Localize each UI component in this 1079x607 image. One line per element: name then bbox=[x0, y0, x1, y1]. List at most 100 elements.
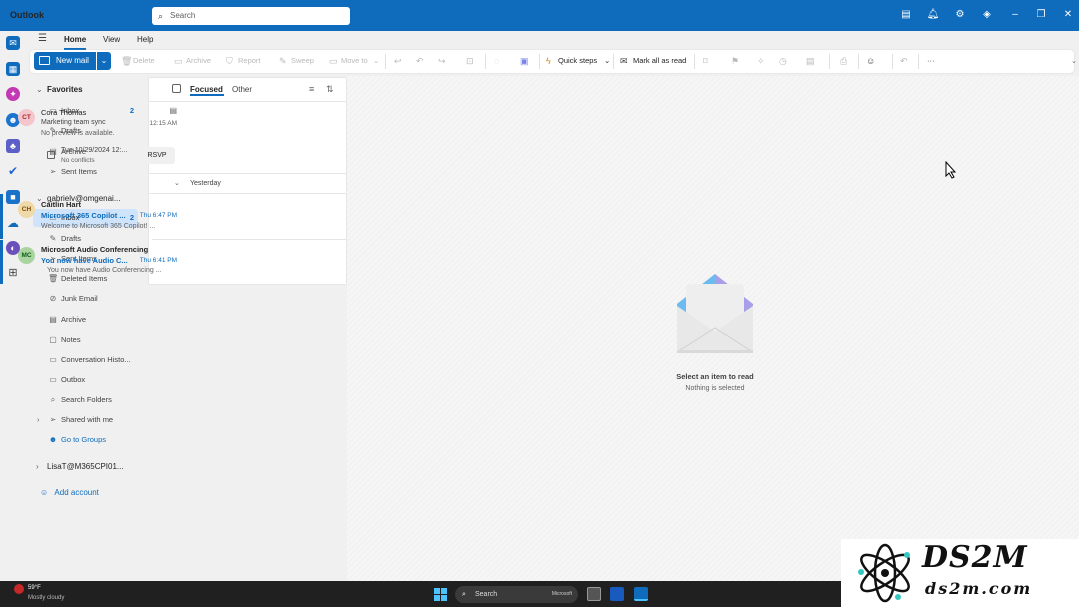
add-person-icon: ☺ bbox=[40, 488, 49, 497]
folder-conversation-history[interactable]: ▭ Conversation Histo... bbox=[33, 351, 138, 369]
weather-icon[interactable] bbox=[14, 584, 24, 594]
more-options-button[interactable]: ··· bbox=[927, 56, 935, 66]
flag-icon[interactable]: ⚑ bbox=[731, 55, 739, 67]
quick-steps-chevron-icon[interactable]: ⌄ bbox=[604, 56, 610, 66]
chat-icon[interactable]: ◌ bbox=[494, 55, 499, 67]
avatar: CH bbox=[18, 201, 35, 218]
folder-archive[interactable]: ▤ Archive bbox=[33, 311, 138, 329]
tab-focused-underline bbox=[190, 94, 224, 96]
divider bbox=[613, 54, 614, 69]
message-item[interactable]: MC Microsoft Audio Conferencing You now … bbox=[0, 240, 197, 284]
rules-icon[interactable]: ▤ bbox=[806, 55, 815, 67]
report-button[interactable]: Report bbox=[238, 56, 261, 66]
new-mail-button[interactable]: New mail bbox=[34, 52, 96, 70]
message-sender: Cora Thomas bbox=[41, 108, 87, 117]
restore-icon[interactable]: ❐ bbox=[1034, 8, 1048, 22]
message-preview: You now have Audio Conferencing ... bbox=[47, 267, 162, 274]
tab-help[interactable]: Help bbox=[137, 35, 153, 44]
shared-icon: ➢ bbox=[49, 415, 57, 424]
message-subject: Microsoft 365 Copilot ... bbox=[41, 211, 126, 220]
ribbon-collapse-icon[interactable]: ⌄ bbox=[1071, 57, 1077, 65]
go-to-groups-link[interactable]: ☻ Go to Groups bbox=[33, 431, 138, 449]
pin-outline-icon[interactable]: ✧ bbox=[757, 55, 765, 67]
select-all-checkbox[interactable] bbox=[172, 84, 181, 93]
hamburger-icon[interactable]: ☰ bbox=[38, 33, 47, 44]
watermark-title: DS2M bbox=[922, 540, 1028, 575]
add-account-button[interactable]: ☺ Add account bbox=[40, 488, 99, 497]
teams-icon[interactable]: ▣ bbox=[520, 55, 529, 67]
tab-other[interactable]: Other bbox=[232, 85, 252, 94]
my-day-icon[interactable]: ▤ bbox=[899, 8, 913, 22]
message-item[interactable]: CH Caitlin Hart Microsoft 365 Copilot ..… bbox=[0, 194, 197, 239]
event-calendar-icon bbox=[47, 151, 55, 159]
close-icon[interactable]: ✕ bbox=[1061, 8, 1075, 22]
empty-envelope-illustration bbox=[676, 274, 754, 353]
task-view-icon[interactable] bbox=[587, 587, 601, 601]
chevron-down-icon[interactable]: ⌄ bbox=[174, 179, 180, 187]
tag-icon[interactable]: ⌑ bbox=[703, 55, 708, 67]
tab-home[interactable]: Home bbox=[64, 35, 86, 44]
archive-icon: ▤ bbox=[49, 315, 57, 324]
windows-start-icon[interactable] bbox=[434, 588, 447, 601]
folder-shared-with-me[interactable]: › ➢ Shared with me bbox=[33, 411, 138, 429]
delete-button[interactable]: Delete bbox=[133, 56, 155, 66]
envelope-open-icon: ✉ bbox=[620, 56, 628, 66]
viva-insights-icon[interactable]: ☺ bbox=[866, 55, 875, 67]
mark-all-read-button[interactable]: Mark all as read bbox=[633, 56, 686, 66]
folder-search-folders[interactable]: ⌕ Search Folders bbox=[33, 391, 138, 409]
rsvp-button[interactable]: RSVP bbox=[139, 147, 175, 164]
search-icon: ⌕ bbox=[158, 11, 164, 21]
word-taskbar-icon[interactable] bbox=[610, 587, 624, 601]
search-icon: ⌕ bbox=[462, 591, 466, 598]
tab-focused[interactable]: Focused bbox=[190, 85, 223, 94]
chevron-down-icon: ⌄ bbox=[36, 85, 43, 94]
folder-junk-email[interactable]: ⊘ Junk Email bbox=[33, 290, 138, 308]
message-item-pinned[interactable]: CT Cora Thomas Marketing team sync 12:15… bbox=[0, 102, 197, 172]
reply-icon[interactable]: ↩ bbox=[394, 55, 402, 67]
copilot-icon[interactable]: ◈ bbox=[980, 8, 994, 22]
message-preview: Welcome to Microsoft 365 Copilot! ... bbox=[41, 223, 156, 230]
outlook-taskbar-icon[interactable] bbox=[634, 587, 648, 601]
calendar-icon: ▤ bbox=[169, 106, 177, 115]
event-date: Tue 10/29/2024 12:... bbox=[61, 147, 128, 154]
copilot-app-icon[interactable]: ✦ bbox=[6, 87, 20, 101]
divider bbox=[918, 54, 919, 69]
folder-move-icon: ▭ bbox=[329, 56, 338, 66]
weather-temperature: 59°F bbox=[28, 585, 41, 591]
groups-icon: ☻ bbox=[48, 435, 58, 444]
tab-view[interactable]: View bbox=[103, 35, 120, 44]
divider bbox=[485, 54, 486, 69]
reply-all-icon[interactable]: ↶ bbox=[416, 55, 424, 67]
quick-steps-button[interactable]: Quick steps bbox=[558, 56, 597, 66]
search-input[interactable]: ⌕ Search bbox=[152, 7, 350, 25]
print-icon[interactable]: ⎙ bbox=[840, 55, 847, 67]
reading-pane-subtitle: Nothing is selected bbox=[685, 385, 745, 392]
gear-icon[interactable]: ⚙ bbox=[953, 8, 967, 22]
forward-icon[interactable]: ↪ bbox=[438, 55, 446, 67]
folder-outbox[interactable]: ▭ Outbox bbox=[33, 371, 138, 389]
message-sender: Microsoft Audio Conferencing bbox=[41, 245, 149, 254]
new-mail-dropdown[interactable]: ⌄ bbox=[97, 52, 111, 70]
divider bbox=[149, 173, 346, 174]
mail-icon[interactable]: ✉ bbox=[6, 36, 20, 50]
filter-icon[interactable]: ≡ bbox=[309, 84, 314, 94]
sort-icon[interactable]: ⇅ bbox=[326, 84, 334, 95]
calendar-icon[interactable]: ▦ bbox=[6, 62, 20, 76]
new-mail-label: New mail bbox=[56, 56, 89, 65]
clock-icon[interactable]: ◷ bbox=[779, 55, 787, 67]
trash-icon: 🗑︎ bbox=[121, 56, 133, 66]
archive-button[interactable]: Archive bbox=[186, 56, 211, 66]
sweep-button[interactable]: Sweep bbox=[291, 56, 314, 66]
folder-notes[interactable]: ▢ Notes bbox=[33, 331, 138, 349]
sweep-icon: ✎ bbox=[279, 56, 287, 66]
pin-icon[interactable]: ⊡ bbox=[466, 55, 474, 67]
message-sender: Caitlin Hart bbox=[41, 200, 82, 209]
event-status: No conflicts bbox=[61, 157, 95, 164]
undo-icon[interactable]: ↶ bbox=[900, 55, 908, 67]
note-icon: ▢ bbox=[49, 335, 57, 344]
bell-icon[interactable]: 🔔︎ bbox=[926, 8, 940, 22]
move-to-button[interactable]: Move to bbox=[341, 56, 368, 66]
minimize-icon[interactable]: – bbox=[1008, 8, 1022, 22]
new-mail-icon bbox=[39, 56, 50, 65]
taskbar-search[interactable]: ⌕ Search Microsoft bbox=[455, 586, 578, 603]
